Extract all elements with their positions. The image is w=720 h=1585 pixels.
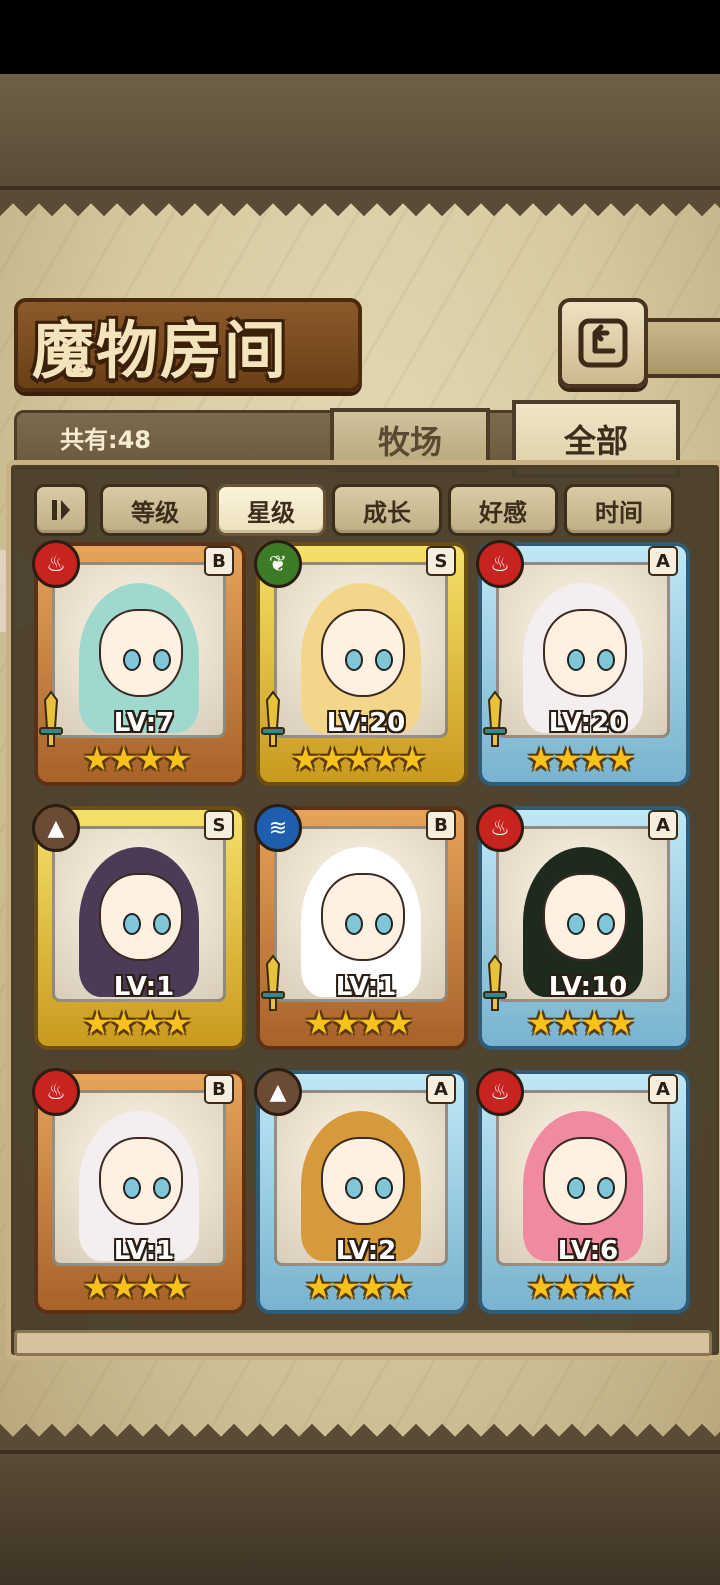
portrait-eye	[597, 1177, 615, 1199]
portrait-eye	[567, 1177, 585, 1199]
portrait-eye	[345, 1177, 363, 1199]
earth-element-icon: ▲	[254, 1068, 302, 1116]
star-rating: ★★★★	[304, 1268, 414, 1306]
monster-card[interactable]: ♨ B LV:7 ★★★★	[32, 540, 246, 786]
portrait-eye	[567, 649, 585, 671]
top-map-strip	[0, 74, 720, 190]
sort-growth-button[interactable]: 成长	[332, 484, 442, 536]
rank-badge: B	[426, 810, 456, 840]
sort-level-button[interactable]: 等级	[100, 484, 210, 536]
monster-card[interactable]: ♨ A LV:6 ★★★★	[476, 1068, 690, 1314]
star-rating: ★★★★	[82, 1268, 192, 1306]
star-rating: ★★★★	[526, 1268, 636, 1306]
portrait-eye	[375, 913, 393, 935]
portrait-face	[321, 609, 405, 697]
fire-element-icon: ♨	[32, 1068, 80, 1116]
monster-level: LV:7	[113, 708, 175, 738]
nature-element-icon: ❦	[254, 540, 302, 588]
sort-star-button[interactable]: 星级	[216, 484, 326, 536]
monster-level: LV:6	[557, 1236, 619, 1266]
portrait-eye	[597, 913, 615, 935]
sort-time-button[interactable]: 时间	[564, 484, 674, 536]
monster-level: LV:10	[548, 972, 628, 1002]
star-rating: ★★★★	[526, 1004, 636, 1042]
sort-order-toggle[interactable]	[34, 484, 88, 536]
monster-card[interactable]: ❦ S LV:20 ★★★★★	[254, 540, 468, 786]
rank-badge: A	[648, 1074, 678, 1104]
sort-order-icon	[52, 500, 70, 520]
water-element-icon: ≋	[254, 804, 302, 852]
monster-count: 共有:48	[60, 426, 151, 454]
status-bar	[0, 0, 720, 74]
portrait-face	[99, 609, 183, 697]
rank-badge: S	[426, 546, 456, 576]
portrait-face	[321, 873, 405, 961]
star-rating: ★★★★★	[291, 740, 426, 778]
zigzag-edge-bottom	[0, 1424, 720, 1450]
earth-element-icon: ▲	[32, 804, 80, 852]
bottom-map-strip	[0, 1450, 720, 1585]
page-title: 魔物房间	[32, 314, 289, 387]
portrait-eye	[153, 649, 171, 671]
portrait-eye	[597, 649, 615, 671]
portrait-eye	[153, 913, 171, 935]
zigzag-edge-top	[0, 190, 720, 216]
portrait-eye	[345, 649, 363, 671]
fire-element-icon: ♨	[32, 540, 80, 588]
fire-element-icon: ♨	[476, 804, 524, 852]
monster-level: LV:1	[335, 972, 397, 1002]
monster-card[interactable]: ♨ A LV:10 ★★★★	[476, 804, 690, 1050]
monster-card[interactable]: ♨ B LV:1 ★★★★	[32, 1068, 246, 1314]
portrait-face	[543, 1137, 627, 1225]
portrait-face	[543, 609, 627, 697]
monster-card[interactable]: ♨ A LV:20 ★★★★	[476, 540, 690, 786]
star-rating: ★★★★	[526, 740, 636, 778]
star-rating: ★★★★	[82, 1004, 192, 1042]
monster-level: LV:20	[326, 708, 406, 738]
rank-badge: A	[648, 810, 678, 840]
portrait-eye	[375, 1177, 393, 1199]
rank-badge: A	[426, 1074, 456, 1104]
monster-card[interactable]: ▲ A LV:2 ★★★★	[254, 1068, 468, 1314]
monster-card[interactable]: ≋ B LV:1 ★★★★	[254, 804, 468, 1050]
portrait-eye	[123, 649, 141, 671]
portrait-face	[99, 1137, 183, 1225]
portrait-eye	[123, 913, 141, 935]
monster-card[interactable]: ▲ S LV:1 ★★★★	[32, 804, 246, 1050]
panel-bottom-rail	[14, 1330, 712, 1356]
fire-element-icon: ♨	[476, 1068, 524, 1116]
portrait-face	[543, 873, 627, 961]
portrait-eye	[153, 1177, 171, 1199]
portrait-face	[99, 873, 183, 961]
portrait-face	[321, 1137, 405, 1225]
rank-badge: A	[648, 546, 678, 576]
star-rating: ★★★★	[304, 1004, 414, 1042]
return-arrow-icon	[578, 318, 628, 368]
fire-element-icon: ♨	[476, 540, 524, 588]
monster-level: LV:2	[335, 1236, 397, 1266]
monster-level: LV:1	[113, 1236, 175, 1266]
monster-level: LV:20	[548, 708, 628, 738]
rank-badge: B	[204, 546, 234, 576]
portrait-eye	[123, 1177, 141, 1199]
rank-badge: B	[204, 1074, 234, 1104]
sort-affection-button[interactable]: 好感	[448, 484, 558, 536]
star-rating: ★★★★	[82, 740, 192, 778]
portrait-eye	[375, 649, 393, 671]
rank-badge: S	[204, 810, 234, 840]
portrait-eye	[567, 913, 585, 935]
portrait-eye	[345, 913, 363, 935]
back-button[interactable]	[558, 298, 648, 388]
monster-level: LV:1	[113, 972, 175, 1002]
